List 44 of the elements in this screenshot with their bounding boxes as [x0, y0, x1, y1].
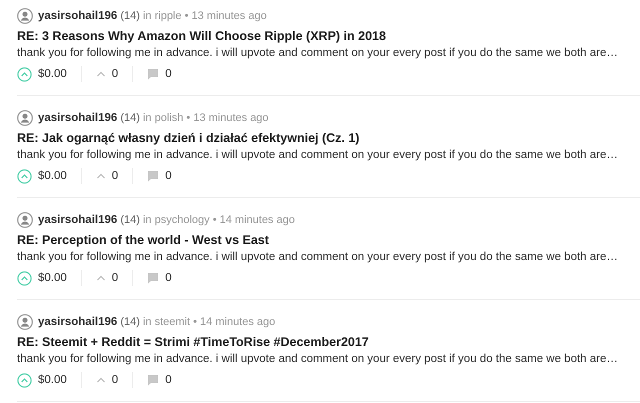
- vote-count[interactable]: 0: [112, 374, 118, 386]
- comment-icon[interactable]: [147, 374, 160, 386]
- post-meta: yasirsohail196 (14) in psychology • 14 minutes ago: [38, 214, 295, 226]
- upvote-icon[interactable]: [17, 270, 32, 286]
- vote-count[interactable]: 0: [112, 272, 118, 284]
- comment-count[interactable]: 0: [165, 272, 172, 284]
- author-link[interactable]: yasirsohail196: [38, 10, 118, 22]
- payout-amount[interactable]: $0.00: [38, 272, 67, 284]
- payout-amount[interactable]: $0.00: [38, 170, 67, 182]
- post-excerpt[interactable]: thank you for following me in advance. i will upvote and comment on your every post if you do the same we both are…: [17, 251, 640, 263]
- author-link[interactable]: yasirsohail196: [38, 214, 118, 226]
- post-title[interactable]: RE: Jak ogarnąć własny dzień i działać efektywniej (Cz. 1): [17, 131, 640, 145]
- avatar-icon[interactable]: [17, 314, 33, 330]
- upvote-icon[interactable]: [17, 372, 32, 388]
- payout-amount[interactable]: $0.00: [38, 374, 67, 386]
- vote-count[interactable]: 0: [112, 170, 118, 182]
- chevron-up-icon: [96, 376, 106, 384]
- comment-icon[interactable]: [147, 68, 160, 80]
- post-excerpt[interactable]: thank you for following me in advance. i will upvote and comment on your every post if you do the same we both are…: [17, 47, 640, 59]
- post-meta: yasirsohail196 (14) in ripple • 13 minutes ago: [38, 10, 267, 22]
- comment-icon[interactable]: [147, 170, 160, 182]
- post-meta: yasirsohail196 (14) in steemit • 14 minutes ago: [38, 316, 276, 328]
- avatar-icon[interactable]: [17, 8, 33, 24]
- author-link[interactable]: yasirsohail196: [38, 112, 118, 124]
- upvote-icon[interactable]: [17, 168, 32, 184]
- author-link[interactable]: yasirsohail196: [38, 316, 118, 328]
- post-meta: yasirsohail196 (14) in polish • 13 minutes ago: [38, 112, 269, 124]
- chevron-up-icon: [96, 70, 106, 78]
- chevron-up-icon: [96, 274, 106, 282]
- post-title[interactable]: RE: 3 Reasons Why Amazon Will Choose Ripple (XRP) in 2018: [17, 29, 640, 43]
- comment-count[interactable]: 0: [165, 68, 172, 80]
- vote-count[interactable]: 0: [112, 68, 118, 80]
- post-title[interactable]: RE: Perception of the world - West vs East: [17, 233, 640, 247]
- post-excerpt[interactable]: thank you for following me in advance. i will upvote and comment on your every post if you do the same we both are…: [17, 353, 640, 365]
- post-title[interactable]: RE: Steemit + Reddit = Strimi #TimeToRise #December2017: [17, 335, 640, 349]
- avatar-icon[interactable]: [17, 110, 33, 126]
- comment-icon[interactable]: [147, 272, 160, 284]
- avatar-icon[interactable]: [17, 212, 33, 228]
- comment-count[interactable]: 0: [165, 170, 172, 182]
- upvote-icon[interactable]: [17, 66, 32, 82]
- post-excerpt[interactable]: thank you for following me in advance. i will upvote and comment on your every post if you do the same we both are…: [17, 149, 640, 161]
- comment-count[interactable]: 0: [165, 374, 172, 386]
- payout-amount[interactable]: $0.00: [38, 68, 67, 80]
- chevron-up-icon: [96, 172, 106, 180]
